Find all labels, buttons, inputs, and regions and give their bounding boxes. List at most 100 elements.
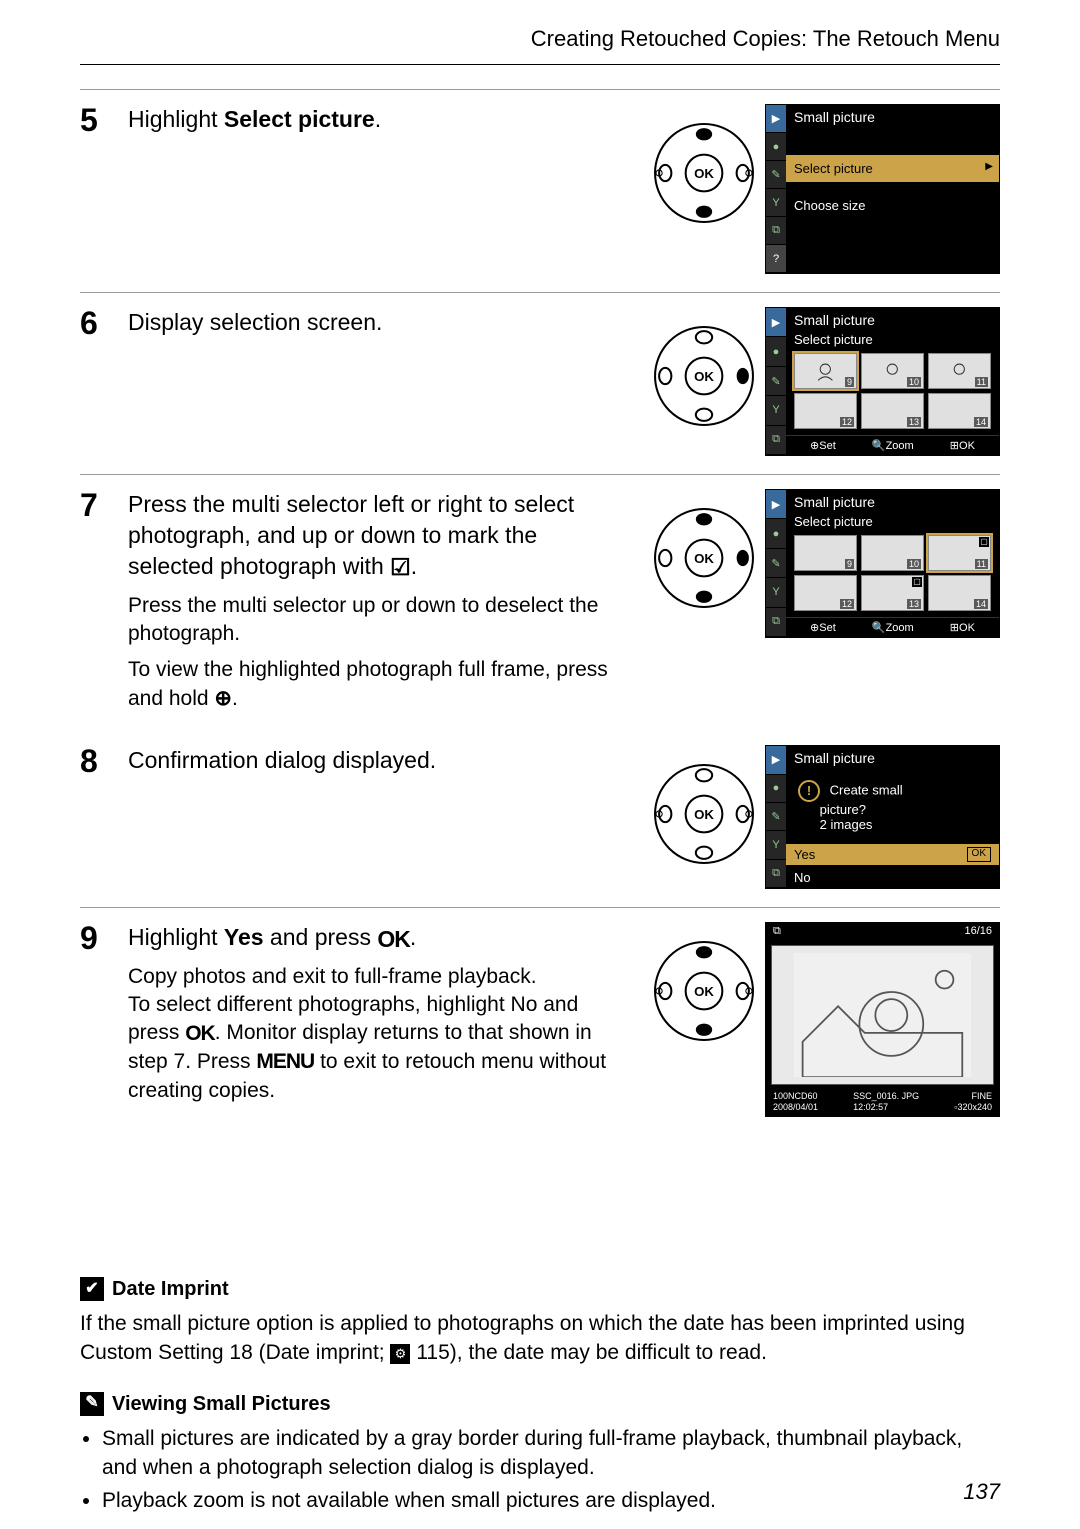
mark-icon: ▢ <box>979 537 989 547</box>
quality: FINE <box>954 1091 992 1102</box>
text: Highlight <box>128 924 224 950</box>
note-viewing-small: ✎ Viewing Small Pictures Small pictures … <box>80 1390 1000 1516</box>
step-title: Highlight Select picture. <box>128 104 629 135</box>
date: 2008/04/01 <box>773 1102 818 1113</box>
thumb: 12 <box>794 575 857 611</box>
lcd-title: Small picture <box>786 490 999 514</box>
step-sub: Copy photos and exit to full-frame playb… <box>128 963 629 1105</box>
menu-item-select-picture: Select picture <box>786 155 999 182</box>
page-header: Creating Retouched Copies: The Retouch M… <box>80 20 1000 65</box>
thumb: 12 <box>794 393 857 429</box>
svg-text:OK: OK <box>694 807 714 822</box>
thumb: ▢13 <box>861 575 924 611</box>
filename: SSC_0016. JPG <box>853 1091 919 1102</box>
step-number: 6 <box>80 307 114 339</box>
page-number: 137 <box>963 1479 1000 1505</box>
step-title: Confirmation dialog displayed. <box>128 745 629 776</box>
svg-text:OK: OK <box>694 551 714 566</box>
step-title: Press the multi selector left or right t… <box>128 489 629 584</box>
size: 320x240 <box>957 1102 992 1112</box>
svg-text:OK: OK <box>694 984 714 999</box>
menu-icon: MENU <box>256 1048 314 1076</box>
svg-text:OK: OK <box>694 166 714 181</box>
svg-text:OK: OK <box>694 369 714 384</box>
multiselector-icon: OK <box>653 763 755 865</box>
folder-name: 100NCD60 <box>773 1091 818 1102</box>
reference-icon: ⚙ <box>390 1344 410 1364</box>
text: . <box>375 106 381 132</box>
text: Press the multi selector left or right t… <box>128 491 574 579</box>
text: Highlight <box>128 106 224 132</box>
ok-icon: OK <box>185 1020 215 1048</box>
step-5: 5 Highlight Select picture. OK ▶●✎Y⧉? Sm… <box>80 89 1000 292</box>
step-8: 8 Confirmation dialog displayed. OK ▶●✎Y… <box>80 731 1000 907</box>
thumb: 11 <box>928 353 991 389</box>
multiselector-icon: OK <box>653 325 755 427</box>
playback-image <box>771 945 994 1085</box>
step-7: 7 Press the multi selector left or right… <box>80 474 1000 731</box>
step-title: Highlight Yes and press OK. <box>128 922 629 954</box>
zoom-icon: ⊕ <box>214 685 232 713</box>
confirm-no: No <box>786 867 999 888</box>
thumb: 14 <box>928 575 991 611</box>
thumb: 14 <box>928 393 991 429</box>
notes-section: ✔ Date Imprint If the small picture opti… <box>80 1275 1000 1516</box>
text: and press <box>264 924 378 950</box>
lcd-screen-confirm: ▶●✎Y⧉ Small picture ! Create small pictu… <box>765 745 1000 889</box>
text: To view the highlighted photograph full … <box>128 658 608 709</box>
note-date-imprint: ✔ Date Imprint If the small picture opti… <box>80 1275 1000 1368</box>
ok-icon: OK <box>377 924 410 955</box>
text: picture? <box>820 802 866 817</box>
page-ref: 115 <box>416 1341 449 1364</box>
step-number: 8 <box>80 745 114 777</box>
text: Create small <box>830 783 903 798</box>
thumb: 10 <box>861 353 924 389</box>
note-heading: Viewing Small Pictures <box>112 1390 331 1418</box>
frame-counter: 16/16 <box>964 925 992 938</box>
mark-icon: ▢ <box>912 577 922 587</box>
text: ; <box>379 1341 391 1364</box>
lcd-title: Small picture <box>786 308 999 332</box>
lcd-screen-selection-marked: ▶●✎Y⧉ Small picture Select picture 9 10 … <box>765 489 1000 638</box>
note-heading: Date Imprint <box>112 1275 229 1303</box>
step-sub: To view the highlighted photograph full … <box>128 656 629 713</box>
thumb: 9 <box>794 535 857 571</box>
thumb: 13 <box>861 393 924 429</box>
multiselector-icon: OK <box>653 507 755 609</box>
warning-icon: ! <box>798 780 820 802</box>
retouch-icon: ⧉ <box>773 925 781 938</box>
play-icon: ▶ <box>766 105 786 133</box>
time: 12:02:57 <box>853 1102 919 1113</box>
lcd-screen-selection: ▶●✎Y⧉ Small picture Select picture 9 10 … <box>765 307 1000 456</box>
step-number: 5 <box>80 104 114 136</box>
text: 2 images <box>820 817 873 832</box>
text-bold: No <box>511 993 538 1016</box>
lcd-screen-menu: ▶●✎Y⧉? Small picture Select picture Choo… <box>765 104 1000 274</box>
bullet-item: Small pictures are indicated by a gray b… <box>102 1424 1000 1483</box>
text: . <box>232 687 238 710</box>
step-sub: Press the multi selector up or down to d… <box>128 592 629 649</box>
lcd-title: Small picture <box>786 105 999 129</box>
mark-icon: ☑ <box>390 552 411 583</box>
step-6: 6 Display selection screen. OK ▶●✎Y⧉ Sma… <box>80 292 1000 474</box>
step-9: 9 Highlight Yes and press OK. Copy photo… <box>80 907 1000 1135</box>
thumb: 9 <box>794 353 857 389</box>
pencil-icon: ✎ <box>80 1392 104 1416</box>
lcd-subtitle: Select picture <box>786 332 999 347</box>
multiselector-icon: OK <box>653 122 755 224</box>
lcd-subtitle: Select picture <box>786 514 999 529</box>
text: ), the date may be difficult to read. <box>450 1341 767 1364</box>
step-number: 9 <box>80 922 114 954</box>
step-title: Display selection screen. <box>128 307 629 338</box>
text: Copy photos and exit to full-frame playb… <box>128 965 537 988</box>
thumb: 10 <box>861 535 924 571</box>
text: . <box>410 924 416 950</box>
confirm-yes: Yes OK <box>786 844 999 865</box>
step-number: 7 <box>80 489 114 521</box>
thumb: ▢11 <box>928 535 991 571</box>
check-icon: ✔ <box>80 1277 104 1301</box>
text: To select different photographs, highlig… <box>128 993 511 1016</box>
lcd-screen-playback: ⧉ 16/16 100NCD60 2008/04/01 SSC_00 <box>765 922 1000 1117</box>
multiselector-icon: OK <box>653 940 755 1042</box>
text-bold: Yes <box>224 924 264 950</box>
